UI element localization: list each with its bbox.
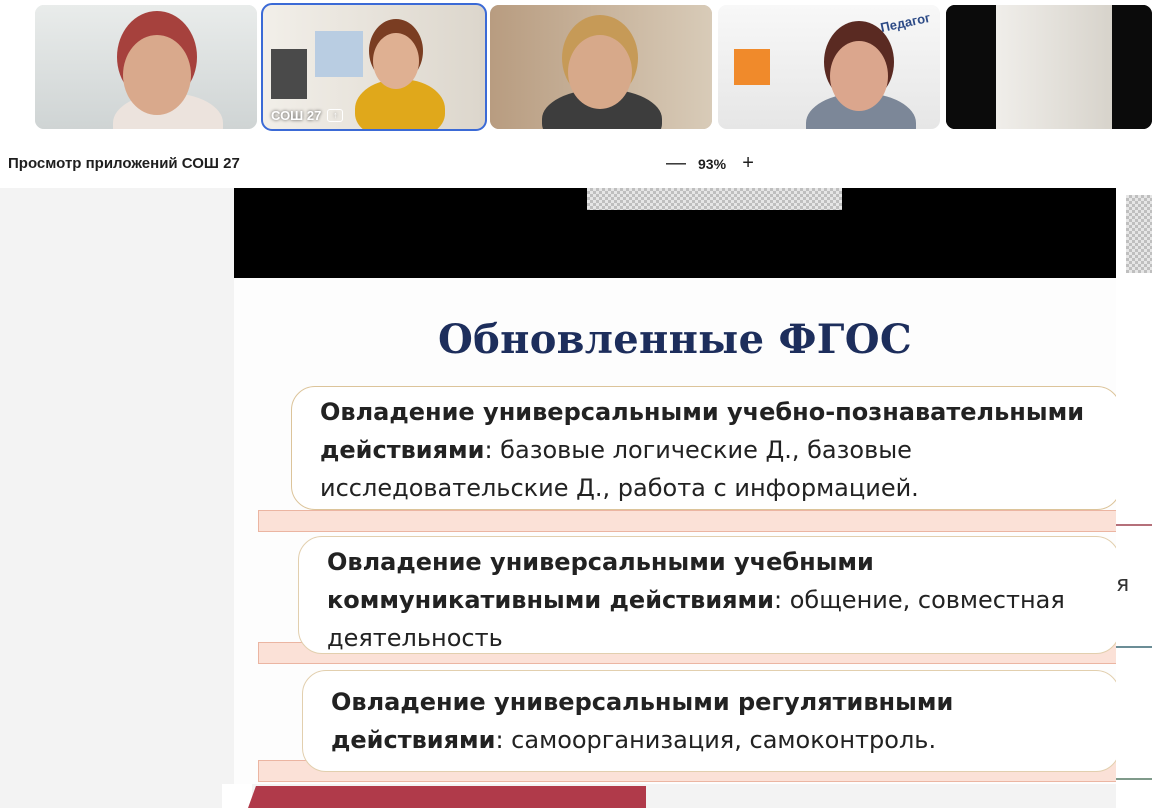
participant-tile-5[interactable] — [946, 5, 1152, 129]
block-1-band — [258, 510, 1116, 532]
slide-footer-bar — [248, 786, 646, 808]
person-head — [830, 41, 888, 111]
person-head — [568, 35, 632, 109]
edge-divider-3 — [1116, 778, 1152, 780]
poster — [315, 31, 363, 77]
right-edge-panel — [1116, 188, 1152, 808]
transparency-pattern-right — [1126, 195, 1152, 273]
zoom-controls: — 93% + — [666, 152, 758, 175]
screen-share-icon: ↑ — [327, 109, 344, 122]
zoom-in-button[interactable]: + — [738, 152, 758, 175]
zoom-level: 93% — [698, 155, 727, 172]
participant-tile-2[interactable]: СОШ 27 ↑ — [261, 3, 487, 131]
edge-divider-1 — [1116, 524, 1152, 526]
participant-strip: СОШ 27 ↑ Педагог — [0, 0, 1152, 138]
person-head — [373, 33, 419, 89]
clipped-text-fragment: я — [1116, 572, 1130, 597]
slide-block-3: Овладение универсальными регулятивными д… — [302, 670, 1116, 772]
participant-tile-3[interactable] — [490, 5, 712, 129]
window-light — [996, 5, 1112, 129]
furniture — [271, 49, 307, 99]
shared-screen: Обновленные ФГОС Овладение универсальным… — [234, 188, 1116, 784]
block-3-text: : самоорганизация, самоконтроль. — [495, 726, 937, 754]
shared-app-title: Просмотр приложений СОШ 27 — [8, 155, 240, 172]
edge-divider-2 — [1116, 646, 1152, 648]
slide-title: Обновленные ФГОС — [438, 316, 912, 363]
participant-tile-4[interactable]: Педагог — [718, 5, 940, 129]
zoom-out-button[interactable]: — — [666, 152, 686, 175]
slide-block-1: Овладение универсальными учебно-познават… — [291, 386, 1116, 510]
tile-name-label: СОШ 27 ↑ — [271, 108, 344, 123]
participant-tile-1[interactable] — [35, 5, 257, 129]
person-head — [123, 35, 191, 115]
bottom-edge-white — [222, 784, 252, 808]
slide-block-2: Овладение универсальными учебными коммун… — [298, 536, 1116, 654]
transparency-pattern — [587, 188, 842, 210]
participant-name: СОШ 27 — [271, 108, 322, 123]
wall-sign — [734, 49, 770, 85]
